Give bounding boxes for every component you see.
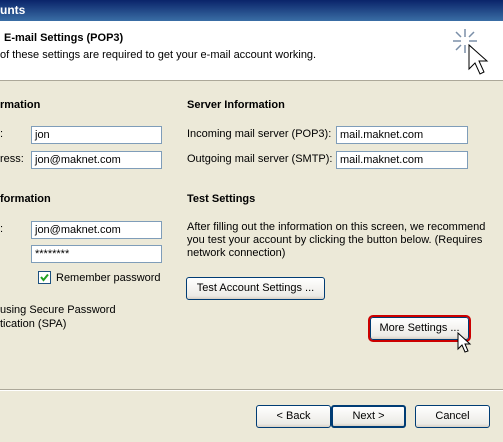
user-info-heading: rmation [0,99,41,111]
test-account-settings-button[interactable]: Test Account Settings ... [186,277,325,300]
spa-label-line1: using Secure Password [0,304,116,316]
footer-separator [0,389,503,391]
outgoing-server-label: Outgoing mail server (SMTP): [187,153,333,165]
checkmark-icon [40,273,49,282]
cancel-button[interactable]: Cancel [415,405,490,428]
title-bar: unts [0,0,503,21]
window-title: unts [0,3,26,17]
test-settings-description: After filling out the information on thi… [187,221,486,259]
email-input[interactable]: jon@maknet.com [31,151,162,169]
incoming-server-input[interactable]: mail.maknet.com [336,126,468,144]
user-name-label: : [0,223,4,235]
remember-password-checkbox[interactable] [38,271,51,284]
mouse-cursor-icon [457,332,472,353]
wizard-header: E-mail Settings (POP3) of these settings… [0,21,503,81]
server-info-heading: Server Information [187,99,285,111]
password-input[interactable]: ******** [31,245,162,263]
page-subtitle: of these settings are required to get yo… [0,49,317,61]
page-title: E-mail Settings (POP3) [4,32,124,44]
outgoing-server-input[interactable]: mail.maknet.com [336,151,468,169]
user-name-input[interactable]: jon@maknet.com [31,221,162,239]
test-settings-heading: Test Settings [187,193,256,205]
more-settings-button[interactable]: More Settings ... [368,315,471,342]
email-label: ress: [0,153,24,165]
incoming-server-label: Incoming mail server (POP3): [187,128,332,140]
spa-label-line2: tication (SPA) [0,318,67,330]
wizard-sparkle-cursor-icon [453,29,489,75]
name-label: : [0,128,4,140]
remember-password-label: Remember password [56,272,161,284]
logon-info-heading: formation [0,193,51,205]
name-input[interactable]: jon [31,126,162,144]
next-button[interactable]: Next > [331,405,406,428]
back-button[interactable]: < Back [256,405,331,428]
